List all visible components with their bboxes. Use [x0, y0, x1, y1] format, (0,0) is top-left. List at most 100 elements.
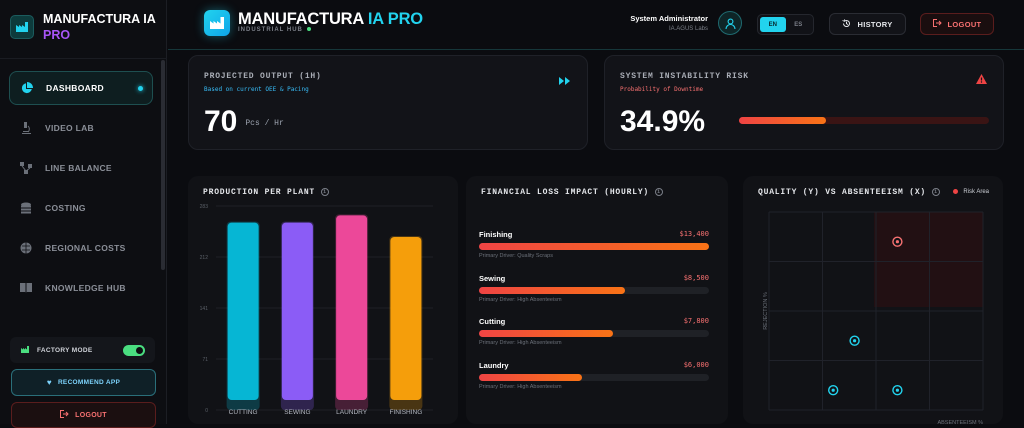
- sidebar-item-label: COSTING: [45, 203, 86, 213]
- info-icon[interactable]: i: [655, 188, 664, 196]
- risk-progress-bar: [739, 117, 989, 124]
- recommend-app-label: RECOMMEND APP: [57, 379, 121, 386]
- y-tick-label: 71: [202, 357, 208, 363]
- book-icon: [19, 281, 33, 295]
- risk-area: [874, 212, 983, 307]
- logout-icon: [932, 19, 942, 29]
- network-icon: [19, 161, 33, 175]
- sidebar-item-costing[interactable]: COSTING: [9, 191, 153, 225]
- loss-row: Laundry $6,000 Primary Driver: High Absent…: [479, 361, 709, 390]
- loss-bar-track: [479, 373, 709, 381]
- projected-output-subtitle: Based on current OEE & Pacing: [204, 86, 309, 93]
- loss-name: Laundry: [479, 360, 509, 370]
- bar: [390, 236, 422, 400]
- sidebar-brand: MANUFACTURA IA PRO: [43, 11, 156, 43]
- top-header: MANUFACTURA IA PRO INDUSTRIAL HUB System…: [168, 0, 1024, 50]
- financial-loss-title: FINANCIAL LOSS IMPACT (HOURLY) i: [481, 188, 664, 198]
- sidebar-item-dashboard[interactable]: DASHBOARD: [9, 71, 153, 105]
- y-tick-label: 0: [205, 408, 208, 414]
- loss-name: Sewing: [479, 273, 506, 283]
- sidebar-item-label: REGIONAL COSTS: [45, 243, 126, 253]
- loss-row: Finishing $13,400 Primary Driver: Quality …: [479, 230, 709, 259]
- history-icon: [842, 18, 851, 30]
- warning-icon[interactable]: [976, 71, 987, 89]
- logout-button[interactable]: LOGOUT: [920, 13, 994, 35]
- app-subtitle: INDUSTRIAL HUB: [238, 27, 311, 33]
- projected-output-unit: Pcs / Hr: [245, 118, 284, 128]
- y-tick-label: 141: [200, 306, 209, 312]
- avatar[interactable]: [718, 11, 742, 35]
- fast-forward-icon[interactable]: [559, 72, 571, 90]
- x-axis-label: ABSENTEEISM %: [937, 420, 983, 424]
- factory-mode-label: FACTORY MODE: [37, 346, 93, 354]
- lang-en-button[interactable]: EN: [760, 17, 786, 32]
- x-tick-label: LAUNDRY: [336, 409, 368, 416]
- sidebar-item-label: VIDEO LAB: [45, 123, 94, 133]
- microscope-icon: [19, 121, 33, 135]
- logout-icon: [60, 410, 69, 420]
- coins-icon: [19, 201, 33, 215]
- risk-progress-fill: [739, 117, 827, 124]
- data-point-core: [831, 388, 835, 392]
- loss-driver: Primary Driver: High Absenteeism: [479, 340, 562, 346]
- sidebar-logout-button[interactable]: LOGOUT: [11, 402, 156, 428]
- y-tick-label: 283: [200, 204, 209, 210]
- loss-row: Sewing $8,500 Primary Driver: High Absente…: [479, 274, 709, 303]
- loss-value: $6,000: [683, 360, 709, 369]
- sidebar-item-label: DASHBOARD: [46, 83, 104, 93]
- pie-chart-icon: [20, 81, 34, 95]
- app-title-pro: IA PRO: [367, 10, 423, 28]
- language-switch: EN ES: [757, 14, 814, 35]
- instability-risk-card: SYSTEM INSTABILITY RISK Probability of D…: [604, 55, 1004, 150]
- sidebar-item-regional-costs[interactable]: REGIONAL COSTS: [9, 231, 153, 265]
- x-tick-label: FINISHING: [389, 409, 422, 416]
- loss-bar-track: [479, 286, 709, 294]
- loss-name: Cutting: [479, 317, 506, 326]
- sidebar-brand-pro: PRO: [43, 28, 71, 42]
- loss-row: Cutting $7,800 Primary Driver: High Absent…: [479, 317, 709, 346]
- sidebar-logout-label: LOGOUT: [75, 411, 107, 419]
- sidebar-logo[interactable]: MANUFACTURA IA PRO: [10, 11, 160, 47]
- app-title-main: MANUFACTURA: [238, 10, 364, 28]
- projected-output-number: 70: [204, 105, 238, 138]
- factory-icon[interactable]: [204, 10, 230, 36]
- sidebar-item-knowledge-hub[interactable]: KNOWLEDGE HUB: [9, 271, 153, 305]
- production-chart: 283 212 141 71 0 CUTTING SEWING LAUNDRY FINISHIN…: [200, 204, 433, 416]
- projected-output-title: PROJECTED OUTPUT (1H): [204, 72, 322, 81]
- quality-panel: QUALITY (Y) VS ABSENTEEISM (X) i Risk Are…: [743, 176, 1003, 424]
- loss-bar-fill: [479, 243, 709, 250]
- sidebar-scrollbar[interactable]: [161, 60, 165, 270]
- projected-output-card: PROJECTED OUTPUT (1H) Based on current O…: [188, 55, 588, 150]
- globe-icon: [19, 241, 33, 255]
- sidebar-divider: [0, 58, 167, 59]
- loss-value: $7,800: [683, 317, 709, 325]
- factory-icon: [21, 345, 29, 355]
- history-button[interactable]: HISTORY: [829, 13, 906, 35]
- instability-risk-value: 34.9%: [620, 105, 706, 138]
- app-subtitle-text: INDUSTRIAL HUB: [238, 27, 303, 33]
- logout-label: LOGOUT: [947, 19, 982, 29]
- projected-output-value: 70 Pcs / Hr: [204, 105, 284, 139]
- instability-risk-title: SYSTEM INSTABILITY RISK: [620, 72, 749, 81]
- bar: [281, 222, 313, 400]
- lang-es-button[interactable]: ES: [786, 17, 812, 32]
- loss-bar-track: [479, 330, 709, 337]
- sidebar-item-line-balance[interactable]: LINE BALANCE: [9, 151, 153, 185]
- quality-scatter-chart: REJECTION % ABSENTEEISM %: [763, 211, 984, 424]
- sidebar: MANUFACTURA IA PRO DASHBOARD VIDEO LAB L…: [0, 0, 167, 428]
- factory-icon: [10, 15, 34, 39]
- recommend-app-button[interactable]: ♥ RECOMMEND APP: [11, 369, 156, 396]
- data-point-core: [895, 388, 899, 392]
- y-axis-label: REJECTION %: [763, 292, 769, 330]
- sidebar-item-video-lab[interactable]: VIDEO LAB: [9, 111, 153, 145]
- factory-mode-toggle[interactable]: [123, 345, 145, 356]
- loss-driver: Primary Driver: High Absenteeism: [479, 383, 562, 390]
- status-dot: [306, 27, 311, 32]
- loss-bar-track: [479, 243, 709, 250]
- data-point-core: [895, 240, 899, 244]
- financial-loss-title-text: FINANCIAL LOSS IMPACT (HOURLY): [481, 188, 650, 198]
- y-tick-label: 212: [200, 255, 209, 261]
- loss-bar-fill: [479, 330, 613, 337]
- production-panel: PRODUCTION PER PLANT i 283 212 141 71 0 CUTTIN…: [188, 176, 458, 424]
- sidebar-brand-name: MANUFACTURA IA: [43, 12, 156, 26]
